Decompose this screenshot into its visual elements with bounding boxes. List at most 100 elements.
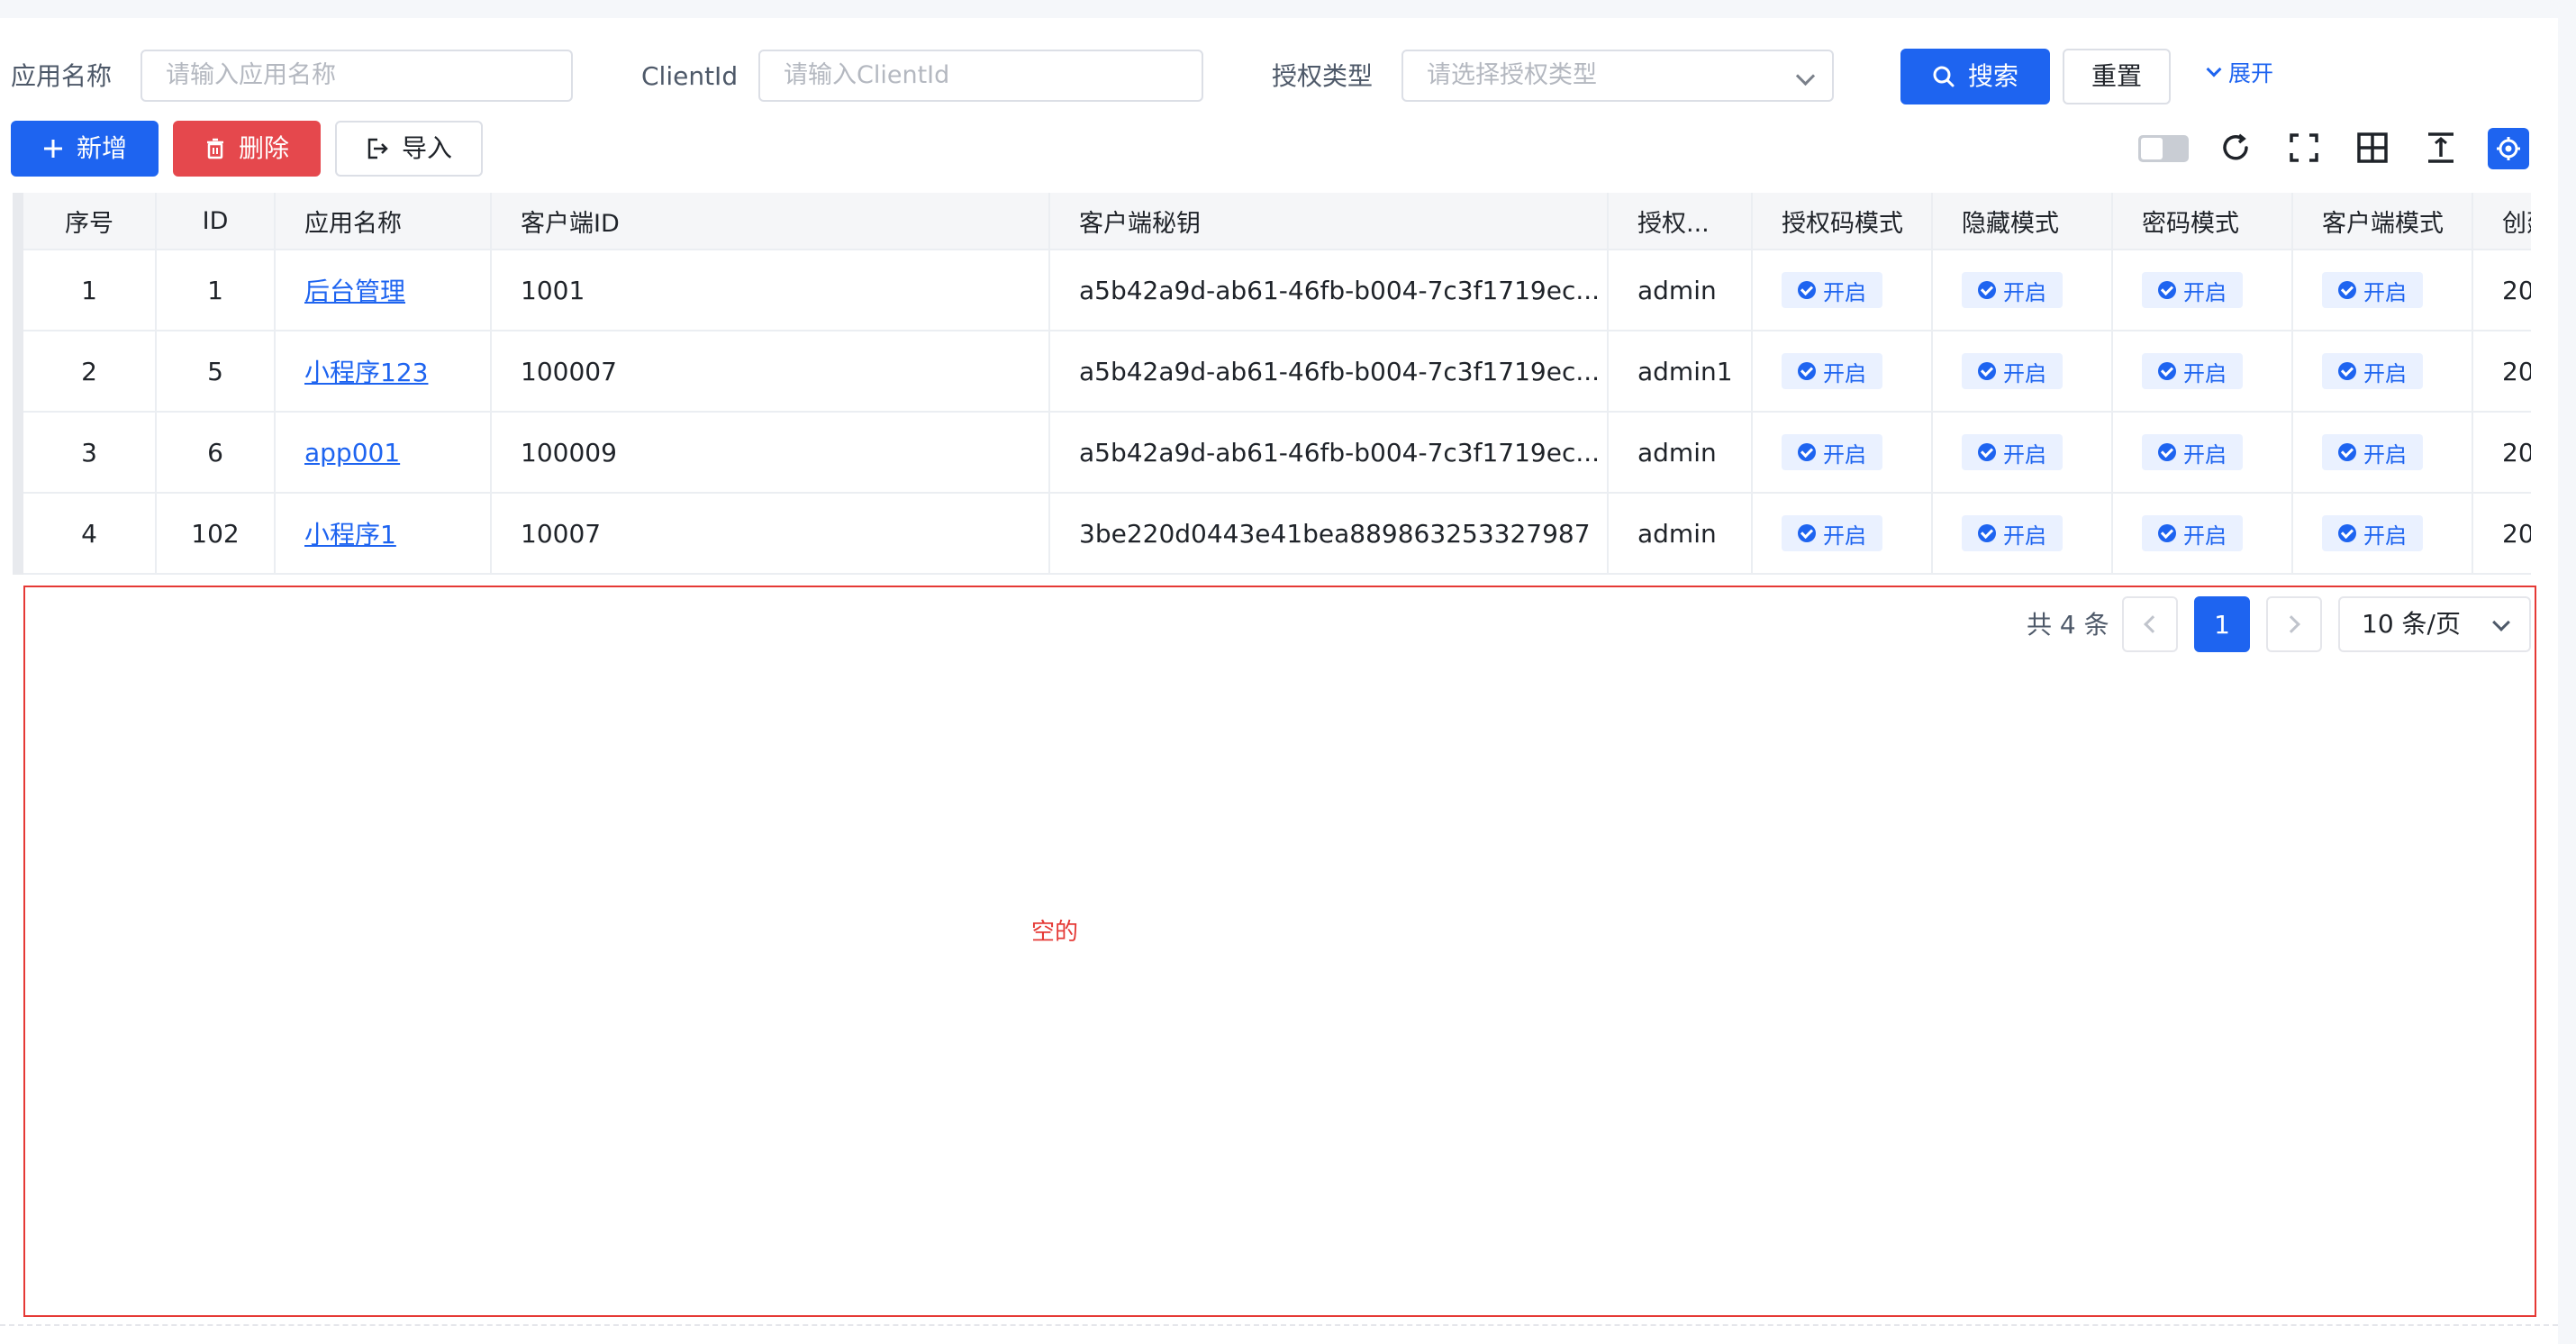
client-id-placeholder: 请输入ClientId: [784, 61, 950, 89]
app-name-link[interactable]: 小程序123: [304, 353, 428, 389]
page-size-select[interactable]: 10 条/页: [2338, 596, 2531, 652]
cell-client-mode: 开启: [2293, 331, 2473, 411]
cell-grant: admin: [1609, 413, 1753, 492]
app-name-input[interactable]: 请输入应用名称: [141, 50, 573, 102]
right-background: [2558, 0, 2576, 1344]
cell-app-name: 小程序1: [276, 494, 492, 573]
status-badge-text: 开启: [2003, 360, 2046, 386]
cell-index: 4: [23, 494, 157, 573]
status-badge-text: 开启: [1823, 522, 1866, 549]
next-page-button[interactable]: [2266, 596, 2322, 652]
cell-client-mode: 开启: [2293, 413, 2473, 492]
cell-grant: admin1: [1609, 331, 1753, 411]
cell-client-mode: 开启: [2293, 250, 2473, 330]
check-circle-icon: [2338, 443, 2356, 461]
import-button[interactable]: 导入: [335, 121, 483, 177]
cell-grant: admin: [1609, 494, 1753, 573]
status-badge-text: 开启: [2183, 360, 2227, 386]
import-button-label: 导入: [401, 133, 452, 163]
check-circle-icon: [1798, 443, 1816, 461]
page-size-value: 10 条/页: [2362, 609, 2461, 639]
delete-button-label: 删除: [238, 133, 289, 163]
toggle-knob: [2141, 138, 2163, 159]
cell-client-secret: 3be220d0443e41bea889863253327987: [1050, 494, 1609, 573]
cell-implicit-mode: 开启: [1933, 250, 2113, 330]
cell-created: 202: [2502, 518, 2531, 549]
check-circle-icon: [2338, 281, 2356, 299]
cell-client-secret: a5b42a9d-ab61-46fb-b004-7c3f1719ec...: [1050, 413, 1609, 492]
chevron-left-icon: [2144, 615, 2162, 633]
cell-index: 2: [23, 331, 157, 411]
expand-link[interactable]: 展开: [2206, 56, 2273, 88]
cell-app-name: app001: [276, 413, 492, 492]
app-name-link[interactable]: app001: [304, 438, 400, 468]
header-index: 序号: [23, 193, 157, 249]
reset-button[interactable]: 重置: [2063, 49, 2171, 104]
status-badge: 开启: [2142, 515, 2243, 551]
cell-id: 1: [157, 250, 276, 330]
check-circle-icon: [2158, 524, 2176, 542]
header-password-mode: 密码模式: [2113, 193, 2293, 249]
header-app-name: 应用名称: [276, 193, 492, 249]
page-number-button[interactable]: 1: [2194, 596, 2250, 652]
search-button[interactable]: 搜索: [1900, 49, 2050, 104]
app-name-link[interactable]: 小程序1: [304, 515, 396, 551]
settings-button[interactable]: [2488, 128, 2529, 169]
chevron-down-icon: [1795, 66, 1816, 86]
search-icon: [1933, 66, 1955, 87]
import-icon: [367, 138, 388, 159]
app-name-label: 应用名称: [11, 61, 113, 91]
cell-auth-code-mode: 开启: [1753, 494, 1933, 573]
status-badge-text: 开启: [2003, 279, 2046, 305]
toggle-switch[interactable]: [2138, 135, 2189, 162]
app-name-link[interactable]: 后台管理: [304, 272, 405, 308]
status-badge: 开启: [2142, 434, 2243, 470]
status-badge-text: 开启: [1823, 360, 1866, 386]
empty-container: [23, 586, 2536, 1317]
column-settings-icon[interactable]: [2353, 128, 2392, 168]
status-badge-text: 开启: [2183, 441, 2227, 468]
gear-icon: [2497, 137, 2520, 160]
client-id-label: ClientId: [641, 61, 739, 91]
cell-implicit-mode: 开启: [1933, 494, 2113, 573]
check-circle-icon: [1798, 281, 1816, 299]
cell-client-mode: 开启: [2293, 494, 2473, 573]
empty-text: 空的: [1031, 919, 1079, 946]
status-badge: 开启: [2322, 434, 2423, 470]
pagination-total: 共 4 条: [2027, 610, 2109, 640]
status-badge-text: 开启: [2183, 522, 2227, 549]
status-badge: 开启: [2322, 515, 2423, 551]
check-circle-icon: [2158, 443, 2176, 461]
fullscreen-icon[interactable]: [2284, 128, 2324, 168]
status-badge: 开启: [1962, 434, 2063, 470]
refresh-icon[interactable]: [2216, 128, 2255, 168]
add-button[interactable]: 新增: [11, 121, 159, 177]
cell-id: 6: [157, 413, 276, 492]
row-height-icon[interactable]: [2421, 128, 2461, 168]
header-id: ID: [157, 193, 276, 249]
chevron-down-icon: [2206, 61, 2222, 77]
cell-index: 1: [23, 250, 157, 330]
check-circle-icon: [2158, 362, 2176, 380]
status-badge-text: 开启: [2003, 441, 2046, 468]
cell-client-id: 100007: [492, 331, 1050, 411]
check-circle-icon: [1978, 524, 1996, 542]
grant-type-select[interactable]: 请选择授权类型: [1401, 50, 1834, 102]
status-badge: 开启: [1962, 272, 2063, 308]
client-id-input[interactable]: 请输入ClientId: [758, 50, 1203, 102]
status-badge-text: 开启: [2003, 522, 2046, 549]
chevron-down-icon: [2492, 613, 2510, 631]
table-row: 2 5 小程序123 100007 a5b42a9d-ab61-46fb-b00…: [23, 331, 2531, 413]
status-badge-text: 开启: [2363, 279, 2407, 305]
cell-implicit-mode: 开启: [1933, 331, 2113, 411]
reset-button-label: 重置: [2091, 61, 2142, 91]
prev-page-button[interactable]: [2122, 596, 2178, 652]
cell-client-id: 10007: [492, 494, 1050, 573]
delete-button[interactable]: 删除: [173, 121, 321, 177]
trash-icon: [206, 138, 223, 159]
header-grant: 授权...: [1609, 193, 1753, 249]
header-implicit-mode: 隐藏模式: [1933, 193, 2113, 249]
check-circle-icon: [1978, 281, 1996, 299]
table-row: 3 6 app001 100009 a5b42a9d-ab61-46fb-b00…: [23, 413, 2531, 494]
cell-client-secret: a5b42a9d-ab61-46fb-b004-7c3f1719ec...: [1050, 331, 1609, 411]
